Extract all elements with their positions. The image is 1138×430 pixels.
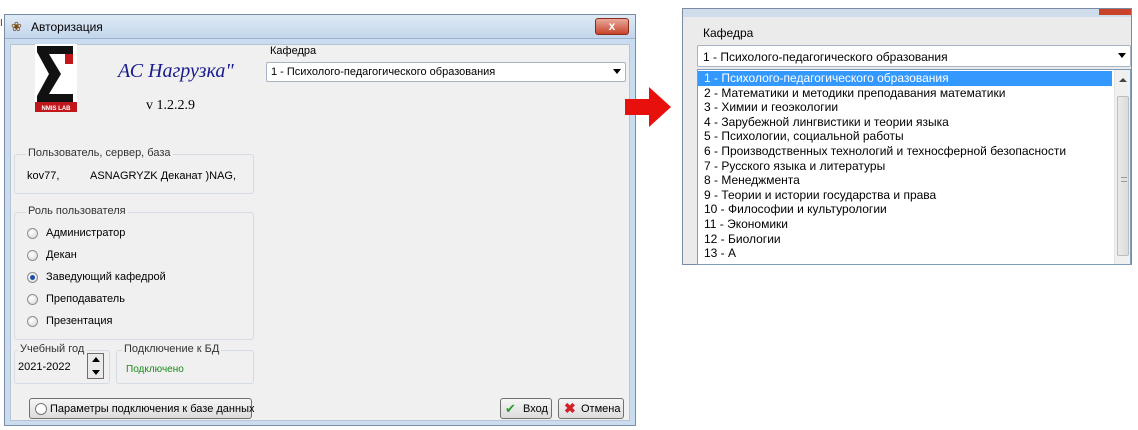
- check-icon: ✔: [505, 401, 516, 416]
- role-option-label: Декан: [46, 249, 77, 261]
- nmis-logo: NMIS LAB: [35, 44, 77, 112]
- scroll-thumb[interactable]: [1117, 96, 1129, 256]
- close-button[interactable]: x: [595, 18, 629, 35]
- role-option-label: Администратор: [46, 227, 126, 239]
- list-item[interactable]: 2 - Математики и методики преподавания м…: [698, 86, 1112, 101]
- year-group-caption: Учебный год: [18, 343, 87, 355]
- role-group-caption: Роль пользователя: [26, 205, 128, 217]
- user-group-caption: Пользователь, сервер, база: [26, 147, 173, 159]
- role-option-label: Заведующий кафедрой: [46, 271, 166, 283]
- radio-icon[interactable]: [27, 316, 38, 327]
- role-option-label: Преподаватель: [46, 293, 125, 305]
- list-item[interactable]: 4 - Зарубежной лингвистики и теории язык…: [698, 115, 1112, 130]
- list-item[interactable]: 5 - Психологии, социальной работы: [698, 129, 1112, 144]
- db-params-label: Параметры подключения к базе данных: [50, 403, 255, 415]
- panel-close-edge: [1099, 9, 1131, 15]
- list-item[interactable]: 13 - А: [698, 246, 1112, 261]
- department-caption-zoom: Кафедра: [703, 26, 754, 40]
- cross-icon: ✖: [564, 400, 576, 416]
- year-spinner[interactable]: [87, 353, 104, 379]
- radio-icon[interactable]: [27, 294, 38, 305]
- db-icon: [35, 403, 47, 415]
- year-value[interactable]: 2021-2022: [18, 361, 71, 373]
- list-item[interactable]: 9 - Теории и истории государства и права: [698, 188, 1112, 203]
- department-select[interactable]: 1 - Психолого-педагогического образовани…: [266, 62, 626, 82]
- spin-up-icon[interactable]: [92, 357, 100, 362]
- list-item[interactable]: 6 - Производственных технологий и технос…: [698, 144, 1112, 159]
- department-caption: Кафедра: [270, 45, 317, 57]
- list-item[interactable]: 1 - Психолого-педагогического образовани…: [698, 71, 1112, 86]
- db-group-caption: Подключение к БД: [122, 343, 222, 355]
- scroll-up-icon[interactable]: [1119, 78, 1127, 82]
- role-option-label: Презентация: [46, 315, 113, 327]
- panel-top-edge: [683, 9, 1131, 17]
- spin-down-icon[interactable]: [92, 370, 100, 375]
- radio-icon[interactable]: [27, 228, 38, 239]
- app-icon: ❀: [11, 19, 22, 34]
- list-item[interactable]: 10 - Философии и культурологии: [698, 202, 1112, 217]
- cancel-button[interactable]: ✖ Отмена: [558, 398, 624, 419]
- department-selected-zoom: 1 - Психолого-педагогического образовани…: [703, 50, 948, 64]
- chevron-down-icon[interactable]: [613, 69, 621, 74]
- list-item[interactable]: 3 - Химии и геоэкологии: [698, 100, 1112, 115]
- db-status: Подключено: [126, 364, 184, 375]
- title-bar[interactable]: ❀ Авторизация x: [5, 15, 635, 39]
- server-db-value: ASNAGRYZK Деканат )NAG,: [90, 170, 237, 182]
- department-dropdown-list: 1 - Психолого-педагогического образовани…: [697, 69, 1131, 265]
- radio-icon[interactable]: [27, 250, 38, 261]
- logo-text: NMIS LAB: [42, 106, 72, 112]
- list-item[interactable]: 7 - Русского языка и литературы: [698, 159, 1112, 174]
- grip-icon: [1121, 177, 1127, 182]
- app-name: АС Нагрузка": [118, 60, 234, 82]
- dialog-title: Авторизация: [31, 20, 103, 34]
- chevron-down-icon[interactable]: [1118, 53, 1126, 58]
- department-selected: 1 - Психолого-педагогического образовани…: [271, 66, 496, 78]
- cancel-label: Отмена: [581, 403, 621, 415]
- list-item[interactable]: 11 - Экономики: [698, 217, 1112, 232]
- list-scrollbar[interactable]: [1114, 70, 1130, 264]
- list-item[interactable]: 8 - Менеджмента: [698, 173, 1112, 188]
- db-params-button[interactable]: Параметры подключения к базе данных: [29, 398, 255, 419]
- app-version: v 1.2.2.9: [146, 98, 195, 113]
- login-button[interactable]: ✔ Вход: [500, 398, 552, 419]
- user-value: kov77,: [27, 170, 60, 182]
- radio-icon[interactable]: [27, 272, 38, 283]
- list-item[interactable]: 12 - Биологии: [698, 232, 1112, 247]
- login-label: Вход: [523, 403, 548, 415]
- red-arrow-icon: [625, 87, 671, 127]
- department-select-zoom[interactable]: 1 - Психолого-педагогического образовани…: [697, 45, 1131, 67]
